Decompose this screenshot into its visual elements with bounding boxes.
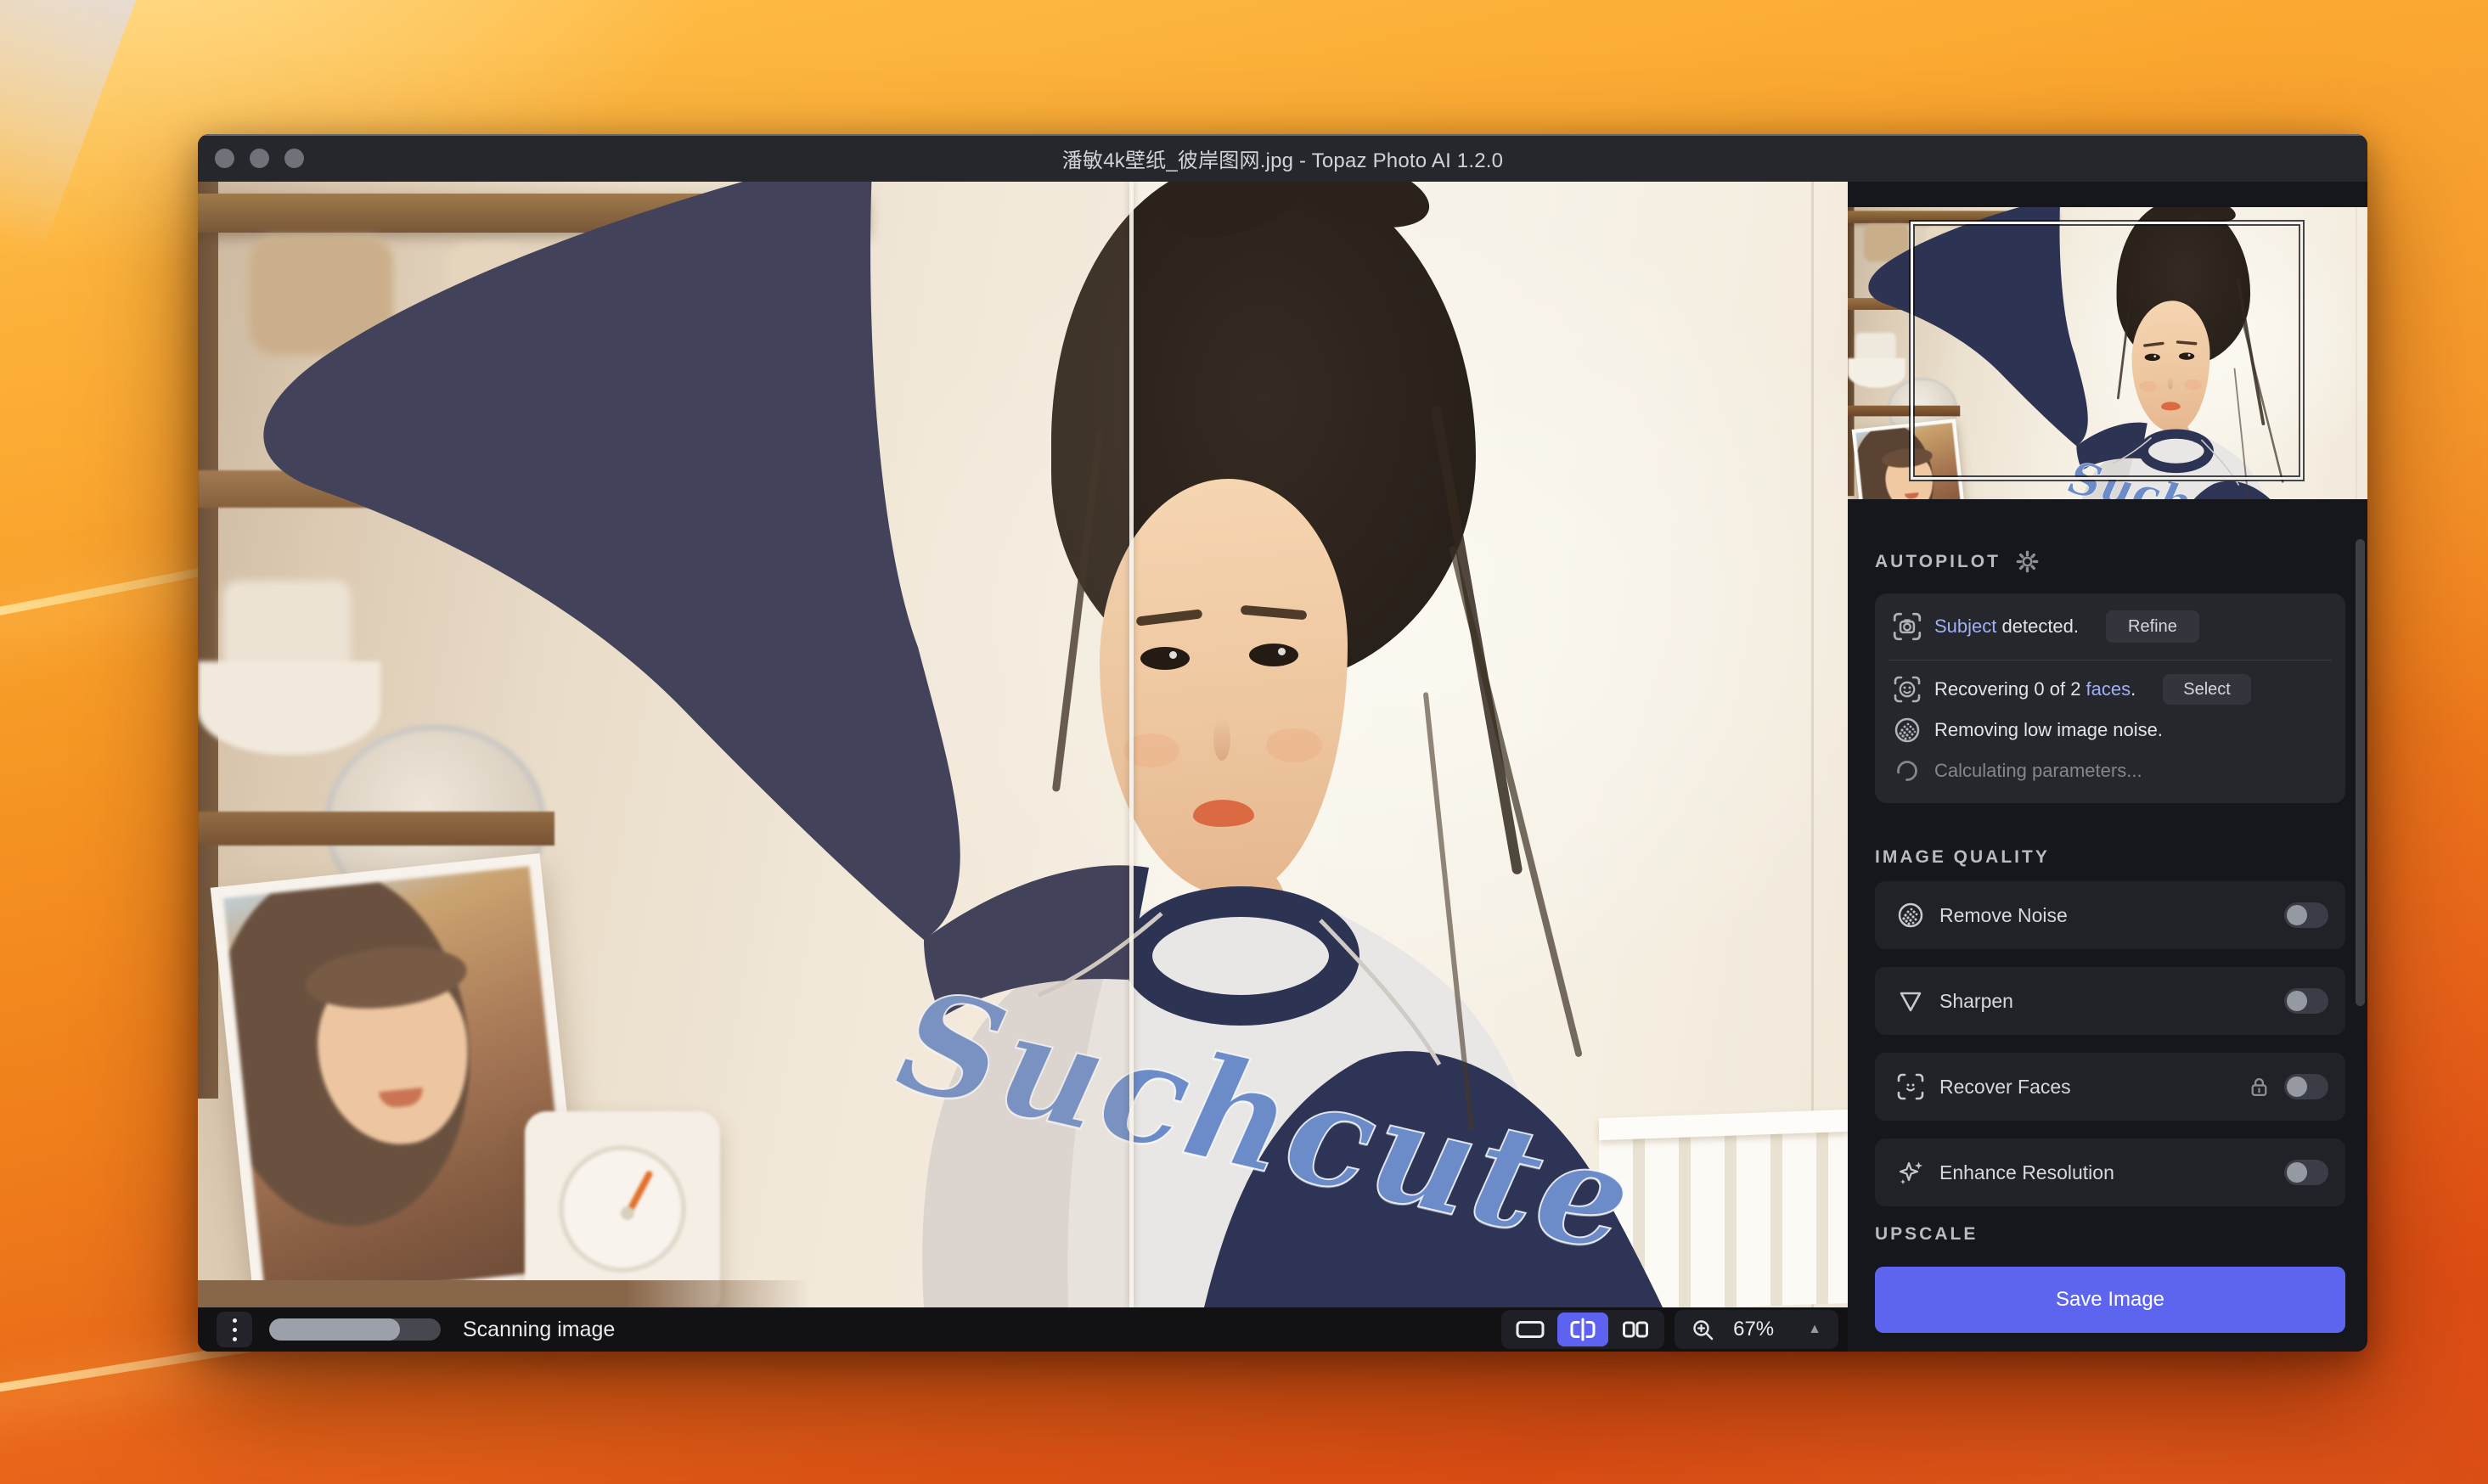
panel-scroll-area: AUTOPILOT <box>1848 499 2367 1251</box>
navigator-viewport-rect[interactable] <box>1911 222 2303 480</box>
image-viewer: Suchcute <box>198 182 1848 1307</box>
faces-link[interactable]: faces <box>2086 678 2131 700</box>
zoom-control[interactable]: 67% ▲ <box>1675 1310 1838 1349</box>
sharpen-row[interactable]: Sharpen <box>1875 967 2345 1035</box>
panel-footer: Save Image <box>1848 1251 2367 1352</box>
face-frame-icon <box>1892 1071 1929 1102</box>
subject-frame-icon <box>1890 610 1924 643</box>
side-by-side-icon <box>1620 1318 1651 1341</box>
photo-preview: Suchcute <box>198 182 1848 1307</box>
gear-icon[interactable] <box>2016 550 2039 573</box>
subject-link[interactable]: Subject <box>1934 616 1996 637</box>
zoom-in-icon <box>1692 1318 1714 1341</box>
desktop-wallpaper: 潘敏4k壁纸_彼岸图网.jpg - Topaz Photo AI 1.2.0 <box>0 0 2488 1484</box>
autopilot-heading-label: AUTOPILOT <box>1875 552 2001 572</box>
autopilot-card: Subject detected. Refine <box>1875 593 2345 803</box>
select-button[interactable]: Select <box>2163 674 2251 705</box>
recover-faces-label: Recover Faces <box>1939 1076 2071 1099</box>
autopilot-noise-row: Removing low image noise. <box>1890 710 2330 750</box>
calculating-status-text: Calculating parameters... <box>1934 760 2142 782</box>
recover-faces-row[interactable]: Recover Faces <box>1875 1053 2345 1121</box>
close-button[interactable] <box>215 149 234 168</box>
app-window: 潘敏4k壁纸_彼岸图网.jpg - Topaz Photo AI 1.2.0 <box>198 134 2367 1352</box>
progress-fill <box>269 1318 400 1341</box>
noise-icon <box>1890 715 1924 745</box>
remove-noise-toggle[interactable] <box>2284 902 2328 928</box>
single-view-icon <box>1515 1318 1545 1341</box>
chevron-up-icon[interactable]: ▲ <box>1808 1322 1821 1337</box>
sharpen-label: Sharpen <box>1939 990 2013 1013</box>
lock-icon <box>2248 1076 2271 1099</box>
autopilot-faces-row: Recovering 0 of 2 faces. Select <box>1890 669 2330 710</box>
enhance-resolution-row[interactable]: Enhance Resolution <box>1875 1138 2345 1206</box>
before-after-split-handle[interactable] <box>1129 182 1134 1307</box>
enhance-resolution-toggle[interactable] <box>2284 1160 2328 1185</box>
zoom-window-button[interactable] <box>284 149 304 168</box>
window-title: 潘敏4k壁纸_彼岸图网.jpg - Topaz Photo AI 1.2.0 <box>1062 143 1503 173</box>
autopilot-heading: AUTOPILOT <box>1875 550 2345 573</box>
remove-noise-row[interactable]: Remove Noise <box>1875 881 2345 949</box>
subject-status-text: Subject detected. <box>1934 616 2079 638</box>
split-view-icon <box>1568 1318 1598 1341</box>
zoom-level: 67% <box>1733 1318 1774 1341</box>
status-text: Scanning image <box>463 1318 615 1342</box>
main-column: Suchcute Scanning image <box>198 182 1848 1352</box>
status-toolbar: Scanning image <box>198 1307 1848 1352</box>
autopilot-subject-row: Subject detected. Refine <box>1890 593 2330 660</box>
split-view-button[interactable] <box>1557 1313 1608 1346</box>
navigator-thumbnail: Suchcute <box>1848 207 2367 499</box>
upscale-heading-label: UPSCALE <box>1875 1224 1978 1245</box>
sharpen-toggle[interactable] <box>2284 988 2328 1014</box>
single-view-button[interactable] <box>1505 1313 1556 1346</box>
upscale-heading: UPSCALE <box>1875 1224 2345 1245</box>
image-quality-list: Remove Noise Sharpen <box>1875 881 2345 1206</box>
navigator: Suchcute <box>1848 182 2367 499</box>
sharpen-icon <box>1892 987 1929 1015</box>
image-quality-heading: IMAGE QUALITY <box>1875 847 2345 868</box>
progress-bar <box>269 1318 441 1341</box>
faces-status-text: Recovering 0 of 2 faces. <box>1934 678 2136 700</box>
noise-status-text: Removing low image noise. <box>1934 719 2163 741</box>
recover-faces-toggle[interactable] <box>2284 1074 2328 1099</box>
image-quality-heading-label: IMAGE QUALITY <box>1875 847 2050 868</box>
remove-noise-label: Remove Noise <box>1939 904 2068 927</box>
side-by-side-view-button[interactable] <box>1610 1313 1661 1346</box>
minimize-button[interactable] <box>250 149 269 168</box>
sparkles-icon <box>1892 1158 1929 1187</box>
right-panel: Suchcute AUTOPILOT <box>1848 182 2367 1352</box>
enhance-resolution-label: Enhance Resolution <box>1939 1161 2114 1184</box>
kebab-menu-icon[interactable] <box>217 1312 252 1347</box>
save-image-button[interactable]: Save Image <box>1875 1267 2345 1333</box>
title-bar: 潘敏4k壁纸_彼岸图网.jpg - Topaz Photo AI 1.2.0 <box>198 134 2367 182</box>
before-side-overlay <box>198 182 1132 1307</box>
face-frame-icon <box>1890 674 1924 705</box>
refine-button[interactable]: Refine <box>2106 610 2199 643</box>
traffic-lights <box>215 134 304 182</box>
autopilot-calculating-row: Calculating parameters... <box>1890 750 2330 791</box>
noise-icon <box>1892 900 1929 930</box>
view-mode-group <box>1501 1310 1664 1349</box>
panel-scrollbar[interactable] <box>2356 539 2365 1006</box>
spinner-icon <box>1890 758 1924 784</box>
